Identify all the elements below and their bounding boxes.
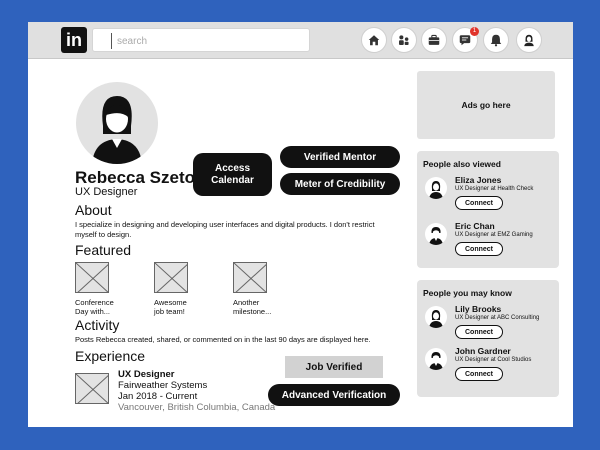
advanced-verification-button[interactable]: Advanced Verification: [268, 384, 400, 406]
about-text: I specialize in designing and developing…: [75, 220, 375, 239]
connect-button[interactable]: Connect: [455, 325, 503, 339]
profile-title: UX Designer: [75, 186, 138, 198]
person-name[interactable]: Eliza Jones: [455, 175, 501, 185]
home-icon[interactable]: [361, 27, 387, 53]
experience-dates: Jan 2018 - Current: [118, 391, 198, 402]
profile-name: Rebecca Szeto: [75, 168, 195, 187]
person-card: Eliza Jones UX Designer at Health Check …: [425, 175, 555, 215]
top-nav-bar: in 1: [28, 22, 573, 59]
ads-text: Ads go here: [461, 100, 511, 110]
people-also-viewed-panel: People also viewed Eliza Jones UX Design…: [417, 151, 559, 268]
profile-avatar[interactable]: [76, 82, 158, 164]
search-caret: [111, 33, 112, 49]
featured-item[interactable]: Conference Day with...: [75, 262, 135, 316]
person-role: UX Designer at EMZ Gaming: [455, 232, 533, 238]
messaging-icon[interactable]: 1: [452, 27, 479, 53]
network-icon[interactable]: [391, 27, 417, 53]
image-placeholder-icon: [233, 262, 267, 293]
access-calendar-button[interactable]: Access Calendar: [193, 153, 272, 196]
featured-caption: Conference Day with...: [75, 298, 114, 316]
people-you-may-know-panel: People you may know Lily Brooks UX Desig…: [417, 280, 559, 397]
search-box[interactable]: [92, 28, 310, 52]
connect-button[interactable]: Connect: [455, 242, 503, 256]
person-avatar[interactable]: [425, 348, 447, 370]
person-card: John Gardner UX Designer at Cool Studios…: [425, 346, 555, 386]
featured-item[interactable]: Another milestone...: [233, 262, 293, 316]
featured-caption: Another milestone...: [233, 298, 272, 316]
search-input[interactable]: [117, 32, 302, 50]
me-avatar-icon[interactable]: [516, 27, 542, 53]
activity-heading: Activity: [75, 317, 120, 333]
person-name[interactable]: John Gardner: [455, 346, 511, 356]
image-placeholder-icon: [154, 262, 188, 293]
person-avatar[interactable]: [425, 306, 447, 328]
verified-mentor-button[interactable]: Verified Mentor: [280, 146, 400, 168]
connect-button[interactable]: Connect: [455, 196, 503, 210]
person-card: Eric Chan UX Designer at EMZ Gaming Conn…: [425, 221, 555, 261]
message-count-badge: 1: [470, 27, 479, 36]
person-avatar[interactable]: [425, 177, 447, 199]
person-role: UX Designer at Health Check: [455, 186, 534, 192]
person-card: Lily Brooks UX Designer at ABC Consultin…: [425, 304, 555, 344]
activity-text: Posts Rebecca created, shared, or commen…: [75, 335, 371, 344]
connect-button[interactable]: Connect: [455, 367, 503, 381]
experience-location: Vancouver, British Columbia, Canada: [118, 402, 276, 413]
jobs-icon[interactable]: [421, 27, 447, 53]
experience-heading: Experience: [75, 348, 146, 364]
about-heading: About: [75, 202, 112, 218]
experience-company: Fairweather Systems: [118, 380, 208, 391]
job-verified-button[interactable]: Job Verified: [285, 356, 383, 378]
image-placeholder-icon: [75, 262, 109, 293]
experience-role: UX Designer: [118, 369, 175, 380]
person-role: UX Designer at Cool Studios: [455, 357, 532, 363]
linkedin-logo[interactable]: in: [61, 27, 87, 53]
panel-title: People also viewed: [423, 159, 501, 169]
featured-item[interactable]: Awesome job team!: [154, 262, 214, 316]
app-window: in 1 Rebe: [28, 22, 573, 427]
featured-caption: Awesome job team!: [154, 298, 187, 316]
panel-title: People you may know: [423, 288, 512, 298]
meter-of-credibility-button[interactable]: Meter of Credibility: [280, 173, 400, 195]
featured-heading: Featured: [75, 242, 132, 258]
company-logo-placeholder-icon: [75, 373, 109, 404]
person-name[interactable]: Eric Chan: [455, 221, 495, 231]
person-name[interactable]: Lily Brooks: [455, 304, 501, 314]
person-role: UX Designer at ABC Consulting: [455, 315, 540, 321]
person-avatar[interactable]: [425, 223, 447, 245]
notifications-icon[interactable]: [483, 27, 509, 53]
ads-placeholder: Ads go here: [417, 71, 555, 139]
